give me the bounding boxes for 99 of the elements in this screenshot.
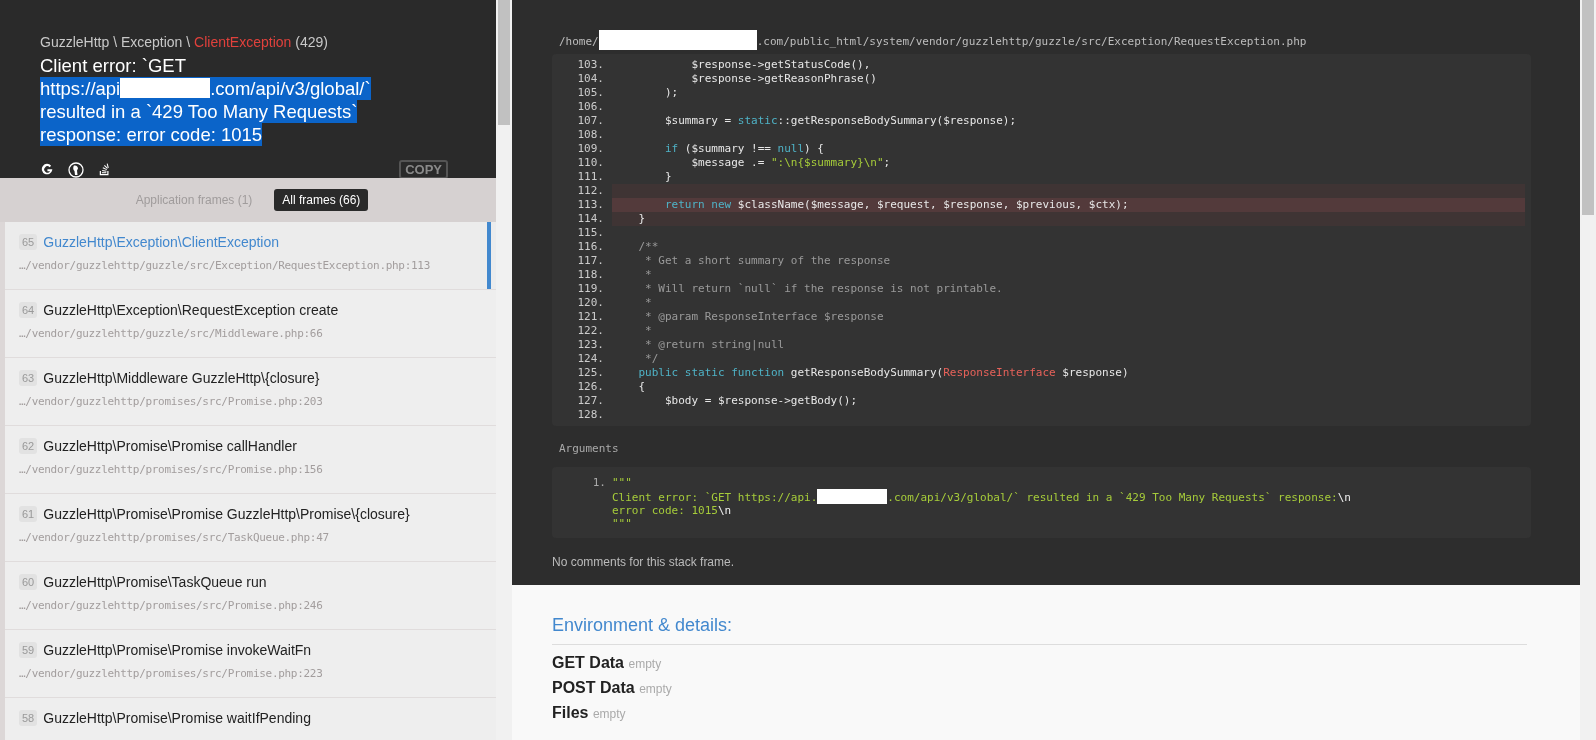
code-line: * Will return `null` if the response is not printable. — [644, 282, 1003, 295]
frame-number: 58 — [19, 710, 38, 726]
stack-frame[interactable]: 63 GuzzleHttp\Middleware GuzzleHttp\{closure} …/vendor/guzzlehttp/promises/src/Promise.php:203 — [5, 358, 496, 426]
section-label: Files — [552, 704, 589, 721]
code-line: * @return string|null — [644, 338, 785, 351]
frame-number: 64 — [19, 302, 38, 318]
frame-number: 61 — [19, 506, 38, 522]
stack-icon[interactable] — [98, 161, 112, 178]
line-number: 124. — [576, 352, 605, 366]
line-number: 108. — [576, 128, 605, 142]
line-number: 128. — [576, 408, 605, 422]
frame-file: …/vendor/guzzlehttp/guzzle/src/Middleware.php:66 — [19, 327, 324, 340]
line-number: 119. — [576, 282, 605, 296]
line-number: 125. — [576, 366, 605, 380]
line-number: 105. — [576, 86, 605, 100]
stack-frame[interactable]: 60 GuzzleHttp\Promise\TaskQueue run …/vendor/guzzlehttp/promises/src/Promise.php:246 — [5, 562, 496, 630]
frame-name: GuzzleHttp\Promise\Promise waitIfPending — [43, 710, 311, 726]
code-line: * — [644, 324, 652, 337]
frame-file: …/vendor/guzzlehttp/guzzle/src/Exception/RequestException.php:113 — [19, 259, 431, 272]
stack-frame[interactable]: 61 GuzzleHttp\Promise\Promise GuzzleHttp\Promise\{closure} …/vendor/guzzlehttp/promises/src/TaskQueue.php:47 — [5, 494, 496, 562]
line-number: 122. — [576, 324, 605, 338]
line-number: 112. — [576, 184, 605, 198]
frame-number: 62 — [19, 438, 38, 454]
line-number: 109. — [576, 142, 605, 156]
frame-file: …/vendor/guzzlehttp/promises/src/Promise.php:223 — [19, 667, 324, 680]
redaction-block — [817, 489, 888, 504]
stack-frame[interactable]: 62 GuzzleHttp\Promise\Promise callHandler …/vendor/guzzlehttp/promises/src/Promise.php:156 — [5, 426, 496, 494]
frame-number: 63 — [19, 370, 38, 386]
frame-name: GuzzleHttp\Promise\TaskQueue run — [43, 574, 267, 590]
line-number: 118. — [576, 268, 605, 282]
code-line: */ — [644, 352, 659, 365]
comments-text: No comments for this stack frame. — [552, 555, 736, 569]
frame-name: GuzzleHttp\Promise\Promise GuzzleHttp\Promise\{closure} — [43, 506, 410, 522]
frame-name: GuzzleHttp\Exception\RequestException create — [43, 302, 339, 318]
section-label: GET Data — [552, 654, 624, 671]
code-line: /** — [637, 240, 659, 253]
line-number: 103. — [576, 58, 605, 72]
code-line: $response->getStatusCode(), — [690, 58, 871, 71]
line-number: 123. — [576, 338, 605, 352]
frame-file: …/vendor/guzzlehttp/promises/src/Promise.php:156 — [19, 463, 324, 476]
code-line: { — [637, 380, 646, 393]
frame-file: …/vendor/guzzlehttp/promises/src/Promise.php:203 — [19, 395, 324, 408]
line-number: 114. — [576, 212, 605, 226]
duck-icon[interactable] — [68, 161, 84, 178]
stack-frame[interactable]: 58 GuzzleHttp\Promise\Promise waitIfPending — [5, 698, 496, 740]
line-number: 107. — [576, 114, 605, 128]
frame-number: 60 — [19, 574, 38, 590]
scrollbar[interactable] — [1580, 0, 1596, 740]
code-line: * Get a short summary of the response — [644, 254, 891, 267]
line-number: 117. — [576, 254, 605, 268]
frame-file: …/vendor/guzzlehttp/promises/src/Promise.php:246 — [19, 599, 324, 612]
line-number: 110. — [576, 156, 605, 170]
argument-index: 1. — [591, 476, 607, 491]
line-number: 126. — [576, 380, 605, 394]
line-number: 115. — [576, 226, 605, 240]
code-line: } — [663, 170, 672, 183]
file-path: /home/ .com/public_html/system/vendor/guzzlehttp/guzzle/src/Exception/RequestException.php — [552, 30, 1540, 50]
line-number: 120. — [576, 296, 605, 310]
argument-line: """ — [612, 517, 633, 530]
line-number: 127. — [576, 394, 605, 408]
stack-frame[interactable]: 59 GuzzleHttp\Promise\Promise invokeWaitFn …/vendor/guzzlehttp/promises/src/Promise.php:223 — [5, 630, 496, 698]
frame-name: GuzzleHttp\Promise\Promise callHandler — [43, 438, 297, 454]
section-value: empty — [639, 682, 672, 696]
section-value: empty — [628, 657, 662, 671]
frame-name: GuzzleHttp\Middleware GuzzleHttp\{closure} — [43, 370, 320, 386]
scrollbar[interactable] — [496, 0, 512, 740]
arguments-heading: Arguments — [559, 442, 620, 455]
line-number: 116. — [576, 240, 605, 254]
code-line: $summary = static::getResponseBodySummary($response); — [663, 114, 1016, 127]
g-icon[interactable] — [40, 162, 54, 177]
code-line: $body = $response->getBody(); — [663, 394, 858, 407]
argument-line: error code: 1015\n — [612, 504, 733, 517]
code-line: ); — [663, 86, 679, 99]
frame-number: 59 — [19, 642, 38, 658]
error-message-line: Client error: `GET — [40, 54, 186, 77]
section-label: POST Data — [552, 679, 635, 696]
frame-file: …/vendor/guzzlehttp/promises/src/TaskQueue.php:47 — [19, 531, 330, 544]
frame-name: GuzzleHttp\Promise\Promise invokeWaitFn — [43, 642, 312, 658]
exception-class: GuzzleHttp \ Exception \ ClientException (429) — [40, 34, 329, 50]
code-line: * @param ResponseInterface $response — [644, 310, 884, 323]
code-line: * — [644, 268, 652, 281]
line-number: 104. — [576, 72, 605, 86]
argument-line: Client error: `GET https://api. .com/api/v3/global/` resulted in a `429 Too Many Requests` response:\n — [612, 489, 1351, 504]
code-line: $message .= ":\n{$summary}\n"; — [690, 156, 891, 169]
line-number: 106. — [576, 100, 605, 114]
code-line: public static function getResponseBodySummary(ResponseInterface $response) — [637, 366, 1129, 379]
code-line: $response->getReasonPhrase() — [690, 72, 877, 85]
frame-name: GuzzleHttp\Exception\ClientException — [43, 234, 280, 250]
code-line: if ($summary !== null) { — [663, 142, 824, 155]
environment-heading: Environment & details: — [552, 615, 1527, 645]
frame-number: 65 — [19, 234, 38, 250]
line-number: 113. — [576, 198, 605, 212]
code-line: * — [644, 296, 652, 309]
line-number: 111. — [576, 170, 605, 184]
argument-line: """ — [612, 476, 633, 489]
line-number: 121. — [576, 310, 605, 324]
frames-tab[interactable]: All frames (66) — [274, 189, 369, 211]
stack-frame[interactable]: 64 GuzzleHttp\Exception\RequestException create …/vendor/guzzlehttp/guzzle/src/Middleware.php:66 — [5, 290, 496, 358]
section-value: empty — [592, 707, 626, 721]
